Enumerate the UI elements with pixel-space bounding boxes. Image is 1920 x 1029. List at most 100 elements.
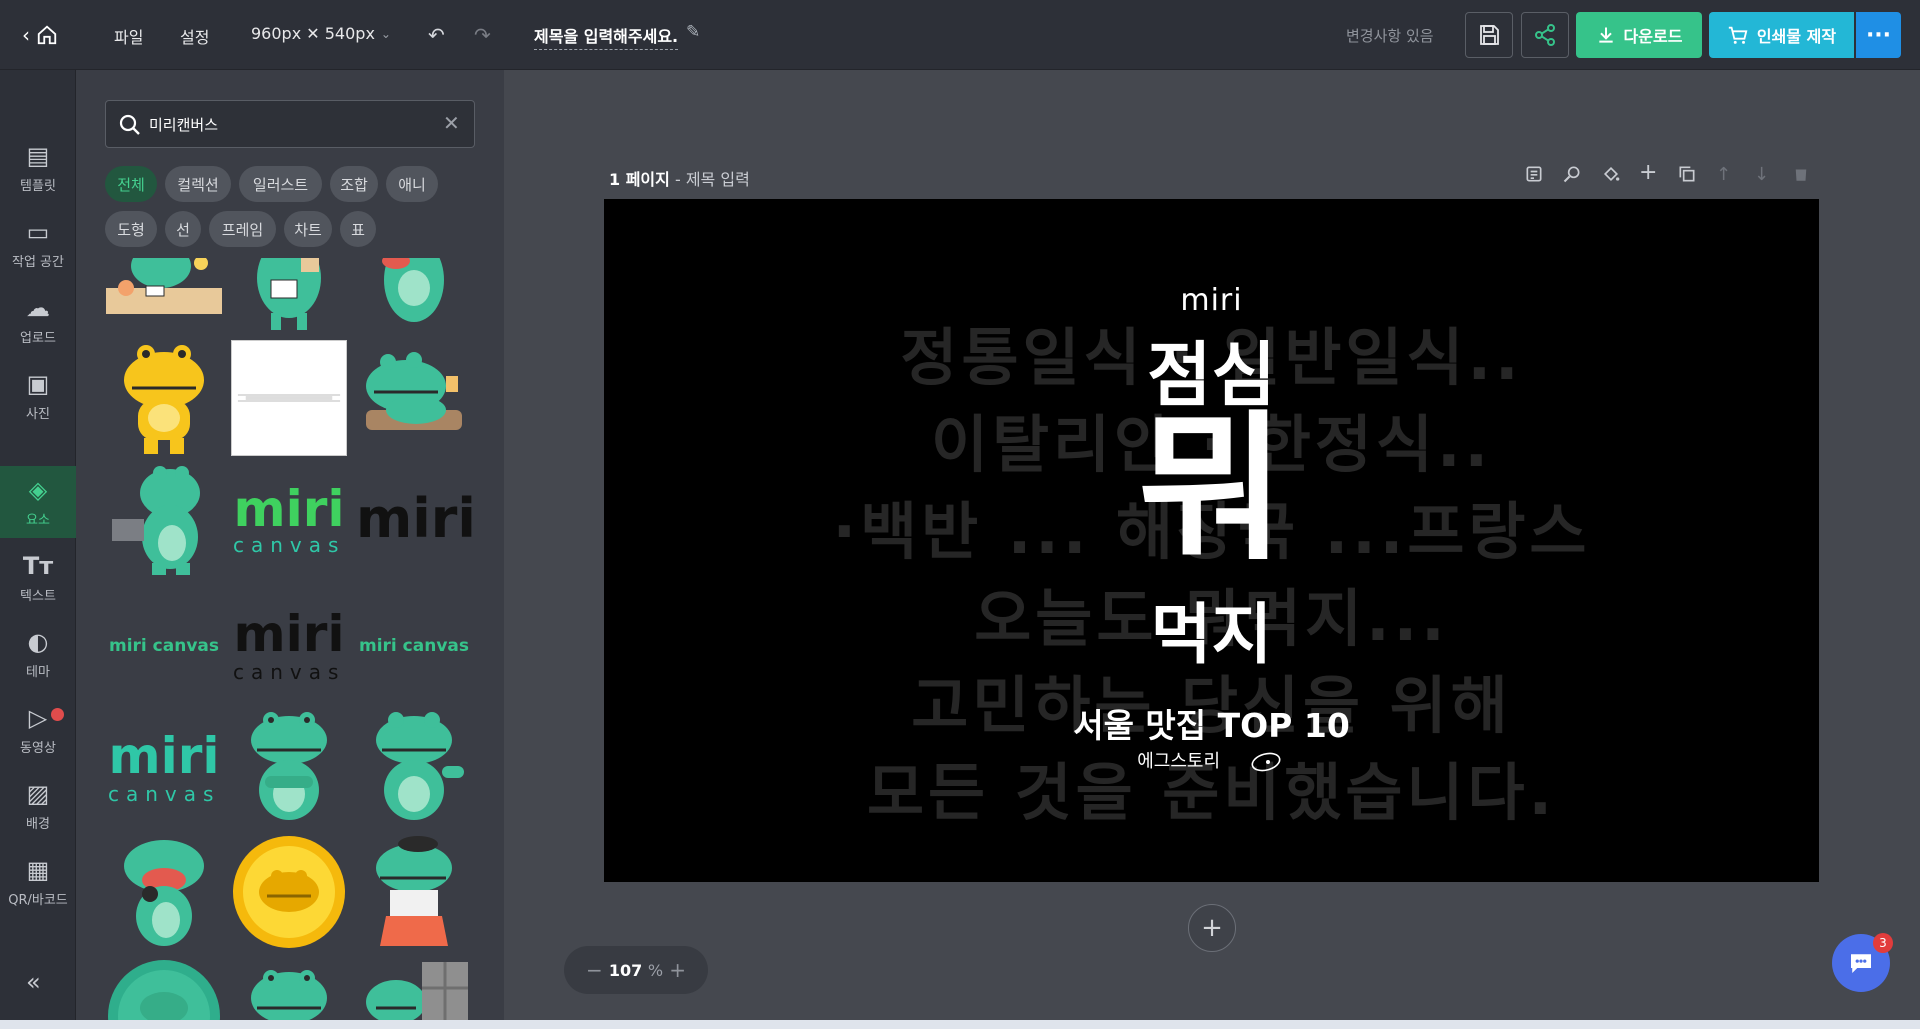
element-thumbnail[interactable]: [356, 958, 472, 1020]
element-thumbnail[interactable]: miri canvas: [231, 586, 347, 702]
more-options-button[interactable]: ···: [1856, 12, 1901, 58]
miri-canvas-logo-text: miri canvas: [109, 636, 219, 656]
crocodile-holding-box-illustration: [112, 466, 200, 575]
element-thumbnail[interactable]: [106, 463, 222, 579]
home-button[interactable]: ‹: [22, 22, 72, 48]
crocodile-illustration: [251, 970, 327, 1020]
rail-item-upload[interactable]: ☁ 업로드: [0, 284, 76, 356]
page-notes-icon[interactable]: [1524, 164, 1544, 189]
pencil-icon[interactable]: ✎: [686, 22, 700, 42]
signature-label: 에그스토리: [1137, 751, 1221, 772]
zoom-value[interactable]: 107 %: [609, 961, 663, 980]
chip-frame[interactable]: 프레임: [209, 211, 276, 247]
chip-collection[interactable]: 컬렉션: [165, 166, 231, 202]
share-icon: [1535, 24, 1555, 46]
zoom-unit: %: [647, 960, 664, 980]
zoom-in-icon[interactable]: +: [669, 958, 686, 982]
rail-item-theme[interactable]: ◐ 테마: [0, 618, 76, 690]
photo-icon: ▣: [26, 369, 50, 398]
element-thumbnail[interactable]: miri: [356, 463, 472, 579]
element-thumbnail[interactable]: [231, 834, 347, 950]
zoom-out-icon[interactable]: −: [586, 958, 603, 982]
search-input[interactable]: [149, 111, 429, 137]
element-thumbnail[interactable]: [356, 340, 472, 456]
design-canvas[interactable]: 정통일식 · 일반일식.. 이탈리안 · 한정식.. ·백반 ... 해장국 .…: [604, 199, 1819, 882]
chip-combination[interactable]: 조합: [330, 166, 378, 202]
text-icon: Tт: [22, 551, 54, 580]
element-thumbnail[interactable]: miri canvas: [231, 463, 347, 579]
menu-file[interactable]: 파일: [114, 24, 143, 48]
element-thumbnail[interactable]: [231, 258, 347, 330]
chip-animation[interactable]: 애니: [386, 166, 438, 202]
element-thumbnail[interactable]: [231, 710, 347, 826]
undo-icon[interactable]: ↶: [428, 23, 445, 47]
elements-grid: miri canvas miri miri canvas miri canvas…: [76, 258, 504, 1020]
rail-item-text[interactable]: Tт 텍스트: [0, 542, 76, 614]
save-icon: [1480, 25, 1499, 45]
chip-table[interactable]: 표: [340, 211, 376, 247]
chip-all[interactable]: 전체: [105, 166, 157, 202]
element-thumbnail[interactable]: [106, 340, 222, 456]
magic-search-icon[interactable]: [1562, 164, 1582, 189]
element-thumbnail[interactable]: [231, 340, 347, 456]
crocodile-relaxing-illustration: [366, 352, 462, 430]
rail-item-template[interactable]: ▤ 템플릿: [0, 132, 76, 204]
paint-bucket-icon[interactable]: [1601, 164, 1621, 189]
document-title[interactable]: 제목을 입력해주세요.: [534, 23, 679, 50]
crocodile-desk-illustration: [106, 258, 222, 314]
clear-search-icon[interactable]: ✕: [443, 111, 460, 135]
rail-item-workspace[interactable]: ▭ 작업 공간: [0, 208, 76, 280]
add-element-icon[interactable]: +: [1639, 160, 1657, 185]
chip-illustration[interactable]: 일러스트: [239, 166, 322, 202]
rail-item-video[interactable]: ▷ 동영상: [0, 694, 76, 766]
chip-shape[interactable]: 도형: [105, 211, 157, 247]
rail-item-background[interactable]: ▨ 배경: [0, 770, 76, 842]
element-thumbnail[interactable]: [356, 710, 472, 826]
chat-badge: 3: [1873, 933, 1893, 953]
element-thumbnail[interactable]: [231, 958, 347, 1020]
headline-main: 뭐: [1137, 395, 1286, 582]
crocodile-illustration: [257, 258, 321, 330]
rail-item-elements[interactable]: ◈ 요소: [0, 466, 76, 538]
canvas-size-dropdown[interactable]: 960px ✕ 540px ⌄: [251, 24, 391, 43]
menu-settings[interactable]: 설정: [180, 24, 209, 48]
brand-logo: miri: [1180, 283, 1243, 318]
download-button[interactable]: 다운로드: [1576, 12, 1702, 58]
rail-label: 사진: [26, 406, 50, 422]
element-thumbnail[interactable]: miri canvas: [106, 586, 222, 702]
share-button[interactable]: [1521, 12, 1569, 58]
collapse-panel-icon[interactable]: «: [26, 968, 41, 996]
element-thumbnail[interactable]: [356, 258, 472, 330]
chip-line[interactable]: 선: [165, 211, 201, 247]
rail-item-qr[interactable]: ▦ QR/바코드: [0, 846, 76, 918]
add-page-button[interactable]: +: [1188, 904, 1236, 952]
element-thumbnail[interactable]: [106, 958, 222, 1020]
page-title-input[interactable]: 제목 입력: [686, 170, 750, 189]
bottom-strip: [0, 1020, 1920, 1029]
canvas-logo-text: canvas: [233, 660, 346, 684]
delete-page-icon[interactable]: [1792, 164, 1810, 189]
duplicate-page-icon[interactable]: [1677, 164, 1697, 189]
home-icon: [37, 25, 57, 45]
redo-icon[interactable]: ↷: [474, 23, 491, 47]
element-thumbnail[interactable]: [106, 834, 222, 950]
element-thumbnail[interactable]: [106, 258, 222, 314]
chip-chart[interactable]: 차트: [284, 211, 332, 247]
left-rail: ▤ 템플릿 ▭ 작업 공간 ☁ 업로드 ▣ 사진 ◈ 요소 Tт 텍스트 ◐ 테…: [0, 70, 76, 1029]
template-icon: ▤: [26, 141, 50, 170]
plus-icon: +: [1201, 913, 1223, 943]
search-box[interactable]: ✕: [105, 100, 475, 148]
move-up-icon[interactable]: ↑: [1716, 164, 1731, 185]
rail-label: 요소: [26, 512, 50, 528]
save-button[interactable]: [1465, 12, 1513, 58]
print-order-button[interactable]: 인쇄물 제작: [1709, 12, 1854, 58]
element-thumbnail[interactable]: miri canvas: [356, 586, 472, 702]
rail-item-photo[interactable]: ▣ 사진: [0, 360, 76, 432]
rail-label: 배경: [26, 816, 50, 832]
move-down-icon[interactable]: ↓: [1754, 164, 1769, 185]
element-thumbnail[interactable]: miri canvas: [106, 710, 222, 826]
element-thumbnail[interactable]: [356, 834, 472, 950]
miri-logo-text: miri: [233, 605, 345, 663]
miri-canvas-logo-text: miri canvas: [359, 636, 469, 656]
canvas-logo-text: canvas: [108, 782, 221, 806]
